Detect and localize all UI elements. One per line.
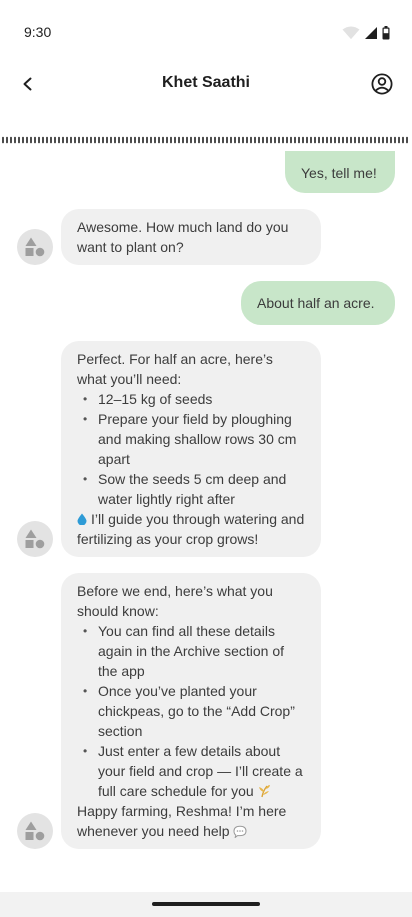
speech-bubble-icon <box>233 825 247 838</box>
sprout-icon <box>258 785 270 798</box>
message-bullet-list: You can find all these details again in … <box>77 621 305 801</box>
home-gesture-handle[interactable] <box>152 902 260 906</box>
list-item: You can find all these details again in … <box>83 621 305 681</box>
message-intro: Perfect. For half an acre, here’s what y… <box>77 351 273 387</box>
user-message: Yes, tell me! <box>285 151 395 193</box>
bot-avatar <box>17 521 53 557</box>
list-item-text: Just enter a few details about your fiel… <box>98 743 303 799</box>
list-item: Just enter a few details about your fiel… <box>83 741 305 801</box>
list-item: Once you’ve planted your chickpeas, go t… <box>83 681 305 741</box>
message-outro: Happy farming, Reshma! I’m here whenever… <box>77 803 287 839</box>
gesture-nav-bar <box>0 892 412 917</box>
bot-avatar <box>17 813 53 849</box>
message-outro: I’ll guide you through watering and fert… <box>77 511 305 547</box>
user-message: About half an acre. <box>241 281 395 325</box>
message-text: About half an acre. <box>257 295 375 311</box>
list-item: 12–15 kg of seeds <box>83 389 305 409</box>
message-outro-line: Happy farming, Reshma! I’m here whenever… <box>77 801 305 841</box>
message-text: Yes, tell me! <box>301 165 377 181</box>
list-item: Prepare your field by ploughing and maki… <box>83 409 305 469</box>
bot-message: Perfect. For half an acre, here’s what y… <box>61 341 321 557</box>
bot-message: Before we end, here’s what you should kn… <box>61 573 321 849</box>
water-drop-icon <box>77 513 87 525</box>
shapes-avatar-icon <box>25 821 45 841</box>
bot-message: Awesome. How much land do you want to pl… <box>61 209 321 265</box>
list-item: Sow the seeds 5 cm deep and water lightl… <box>83 469 305 509</box>
shapes-avatar-icon <box>25 529 45 549</box>
chat-thread: Yes, tell me! Awesome. How much land do … <box>0 0 412 917</box>
message-outro-line: I’ll guide you through watering and fert… <box>77 509 305 549</box>
message-bullet-list: 12–15 kg of seeds Prepare your field by … <box>77 389 305 509</box>
message-text: Awesome. How much land do you want to pl… <box>77 219 289 255</box>
shapes-avatar-icon <box>25 237 45 257</box>
bot-avatar <box>17 229 53 265</box>
message-intro: Before we end, here’s what you should kn… <box>77 583 273 619</box>
